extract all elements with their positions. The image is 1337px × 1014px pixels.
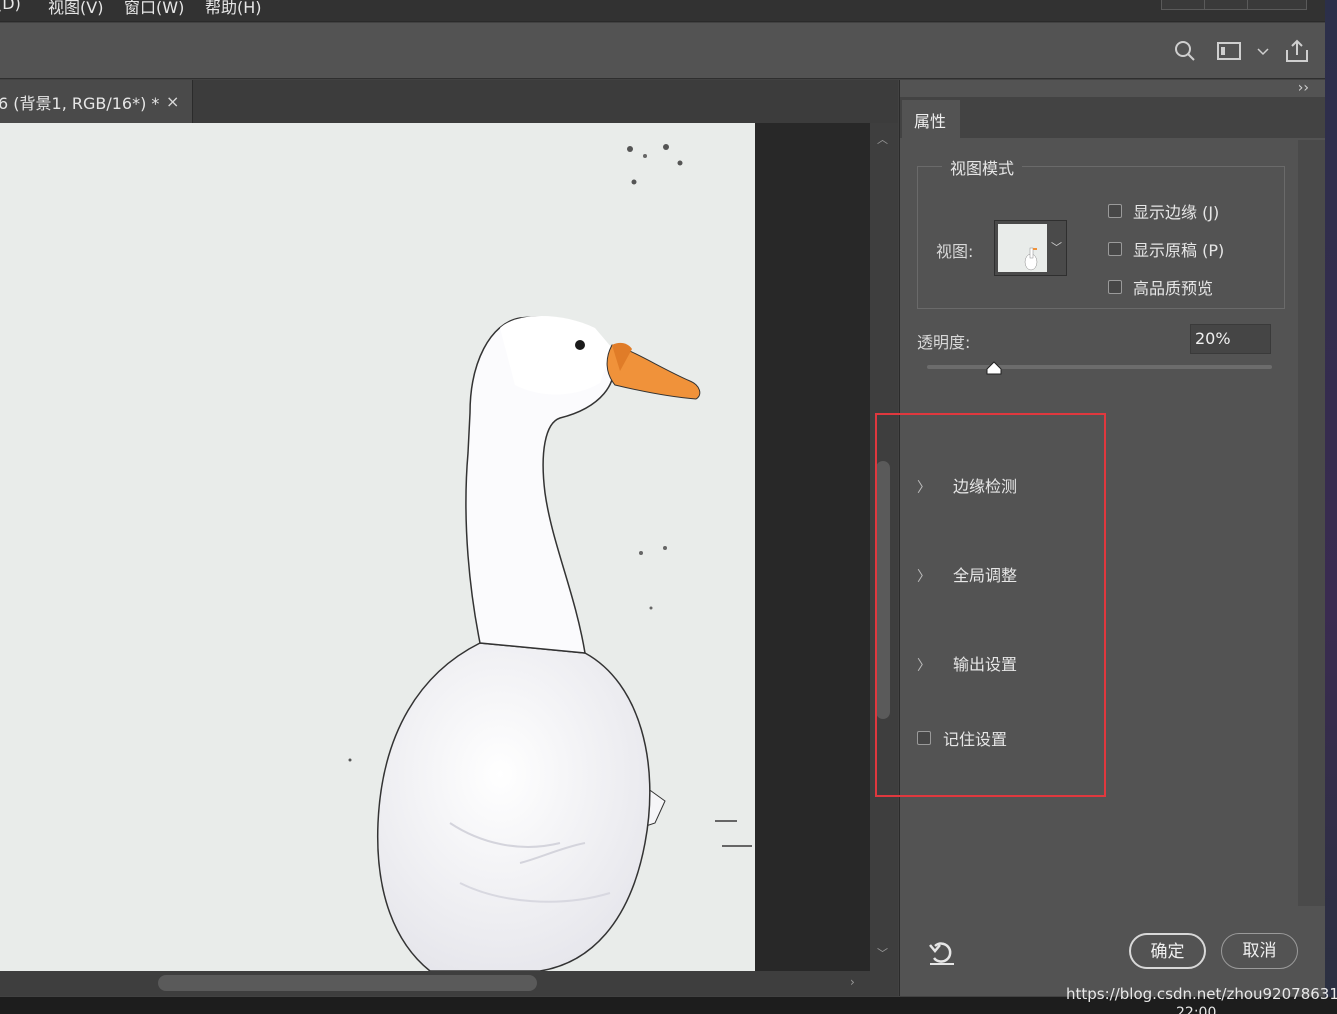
panel-scrollbar[interactable] bbox=[1298, 140, 1325, 906]
goose-image bbox=[0, 123, 755, 971]
menu-item-d[interactable]: (D) bbox=[0, 0, 21, 13]
photoshop-window: (D) 视图(V) 窗口(W) 帮助(H) 6 (背景1, bbox=[0, 0, 1337, 1014]
menu-item-view[interactable]: 视图(V) bbox=[48, 0, 103, 18]
share-icon[interactable] bbox=[1284, 38, 1310, 64]
canvas-area[interactable] bbox=[0, 123, 870, 971]
horizontal-scroll-thumb[interactable] bbox=[158, 975, 537, 991]
collapse-panel-icon[interactable]: ›› bbox=[1298, 80, 1309, 96]
search-icon[interactable] bbox=[1172, 38, 1198, 64]
menu-item-window[interactable]: 窗口(W) bbox=[124, 0, 184, 18]
view-mode-thumbnail bbox=[998, 224, 1047, 272]
opacity-input[interactable]: 20% bbox=[1190, 324, 1271, 354]
close-tab-icon[interactable]: × bbox=[166, 92, 179, 111]
high-quality-preview-checkbox[interactable] bbox=[1108, 280, 1122, 294]
tab-properties-label: 属性 bbox=[914, 112, 947, 131]
view-mode-group: 视图模式 视图: ﹀ 显示边缘 (J) 显示原稿 (P) 高品质预览 bbox=[917, 155, 1285, 309]
document-tab[interactable]: 6 (背景1, RGB/16*) * × bbox=[0, 80, 193, 123]
highlight-annotation-box bbox=[875, 413, 1106, 797]
close-window-button[interactable] bbox=[1247, 0, 1307, 10]
scroll-up-icon[interactable]: ︿ bbox=[877, 131, 888, 147]
panel-tab-bar: 属性 bbox=[900, 97, 1326, 138]
minimize-button[interactable] bbox=[1161, 0, 1205, 10]
tab-properties[interactable]: 属性 bbox=[902, 100, 960, 138]
canvas-horizontal-scrollbar[interactable]: › bbox=[0, 971, 870, 996]
scroll-right-icon[interactable]: › bbox=[850, 975, 855, 989]
chevron-down-icon[interactable]: ﹀ bbox=[1051, 239, 1062, 255]
desktop-background-edge bbox=[1325, 0, 1337, 1014]
taskbar-clock: 22:00 bbox=[1176, 1005, 1217, 1014]
menu-item-help[interactable]: 帮助(H) bbox=[205, 0, 262, 18]
watermark-url: https://blog.csdn.net/zhou920786312 bbox=[1066, 985, 1337, 1003]
opacity-label: 透明度: bbox=[917, 333, 971, 352]
chevron-down-icon[interactable] bbox=[1254, 38, 1272, 64]
menu-bar: (D) 视图(V) 窗口(W) 帮助(H) bbox=[0, 0, 1337, 22]
ok-button[interactable]: 确定 bbox=[1129, 933, 1206, 969]
show-original-label: 显示原稿 (P) bbox=[1133, 241, 1225, 260]
cancel-button[interactable]: 取消 bbox=[1221, 933, 1298, 969]
view-label: 视图: bbox=[936, 242, 974, 261]
opacity-slider-handle[interactable] bbox=[986, 361, 1002, 375]
reset-icon[interactable] bbox=[927, 938, 957, 968]
scroll-down-icon[interactable]: ﹀ bbox=[877, 945, 888, 961]
show-edge-label: 显示边缘 (J) bbox=[1133, 203, 1220, 222]
view-mode-picker[interactable]: ﹀ bbox=[994, 220, 1067, 276]
document-tab-bar: 6 (背景1, RGB/16*) * × bbox=[0, 80, 898, 123]
show-original-checkbox[interactable] bbox=[1108, 242, 1122, 256]
document-tab-title: 6 (背景1, RGB/16*) * bbox=[0, 94, 160, 113]
window-controls bbox=[1161, 0, 1307, 12]
options-bar bbox=[0, 23, 1337, 79]
view-mode-legend: 视图模式 bbox=[942, 155, 1023, 179]
show-edge-checkbox[interactable] bbox=[1108, 204, 1122, 218]
opacity-slider-track[interactable] bbox=[927, 365, 1272, 369]
maximize-button[interactable] bbox=[1204, 0, 1248, 10]
goose-thumbnail-icon bbox=[1024, 247, 1038, 271]
workspace-icon[interactable] bbox=[1216, 38, 1242, 64]
high-quality-preview-label: 高品质预览 bbox=[1133, 279, 1214, 298]
goose-illustration bbox=[348, 144, 752, 971]
